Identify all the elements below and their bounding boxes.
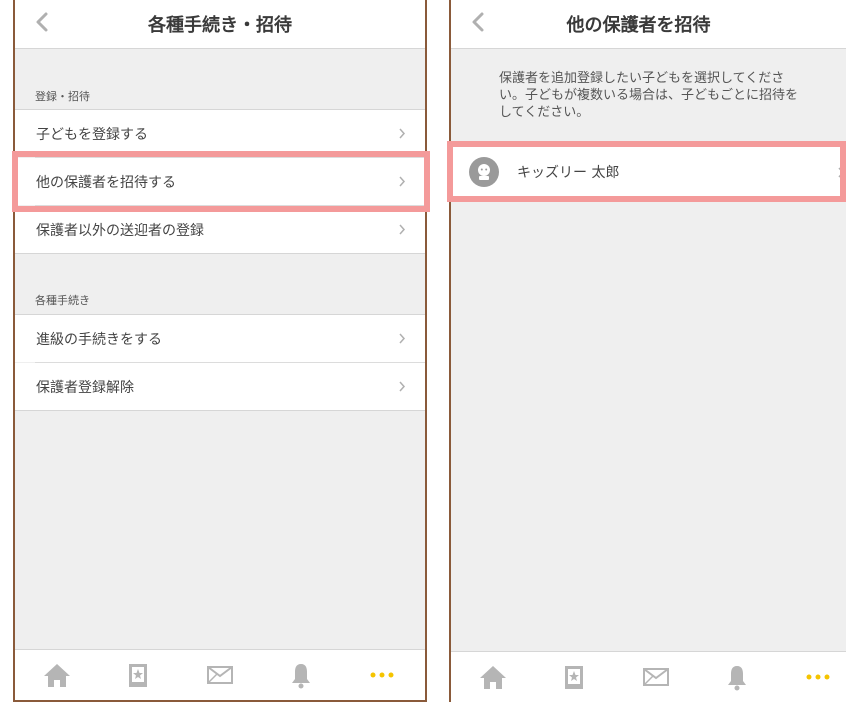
list-item-invite-guardian[interactable]: 他の保護者を招待する: [15, 158, 425, 205]
mail-icon[interactable]: [641, 662, 671, 692]
more-icon[interactable]: [803, 662, 833, 692]
child-avatar-icon: [469, 157, 499, 187]
chevron-right-icon: [399, 128, 406, 139]
tab-bar: [451, 651, 846, 702]
instruction-text: 保護者を追加登録したい子どもを選択してください。子どもが複数いる場合は、子どもご…: [499, 71, 799, 120]
bell-icon[interactable]: [722, 662, 752, 692]
chevron-right-icon: [399, 176, 406, 187]
chevron-right-icon: [399, 333, 406, 344]
list-item-cancel-guardian-registration[interactable]: 保護者登録解除: [15, 363, 425, 410]
list-item-label: 他の保護者を招待する: [36, 175, 176, 191]
bell-icon[interactable]: [286, 660, 316, 690]
contacts-icon[interactable]: [559, 662, 589, 692]
list-item-label: 進級の手続きをする: [36, 332, 162, 348]
tab-bar: [15, 649, 425, 700]
section-header-procedures: 各種手続き: [35, 294, 90, 307]
list-item-register-child[interactable]: 子どもを登録する: [15, 110, 425, 157]
right-navbar: 他の保護者を招待: [451, 0, 846, 49]
contacts-icon[interactable]: [123, 660, 153, 690]
more-icon[interactable]: [367, 660, 397, 690]
mail-icon[interactable]: [205, 660, 235, 690]
page-title: 各種手続き・招待: [148, 15, 292, 36]
child-name: キッズリー 太郎: [517, 165, 620, 181]
list-item-label: 子どもを登録する: [36, 127, 148, 143]
section-header-registration: 登録・招待: [35, 90, 90, 103]
list-item-label: 保護者以外の送迎者の登録: [36, 223, 204, 239]
child-list-item[interactable]: キッズリー 太郎: [451, 147, 846, 197]
chevron-right-icon: [399, 381, 406, 392]
chevron-right-icon: [838, 167, 845, 178]
list-item-label: 保護者登録解除: [36, 380, 134, 396]
list-item-register-pickup-person[interactable]: 保護者以外の送迎者の登録: [15, 206, 425, 253]
left-navbar: 各種手続き・招待: [15, 0, 425, 49]
home-icon[interactable]: [42, 660, 72, 690]
list-item-grade-promotion[interactable]: 進級の手続きをする: [15, 315, 425, 362]
right-screen: 他の保護者を招待 保護者を追加登録したい子どもを選択してください。子どもが複数い…: [449, 0, 846, 702]
chevron-right-icon: [399, 224, 406, 235]
home-icon[interactable]: [478, 662, 508, 692]
left-screen: 各種手続き・招待 登録・招待 子どもを登録する 他の保護者を招待する 保護者以外…: [13, 0, 427, 702]
page-title: 他の保護者を招待: [566, 15, 711, 36]
